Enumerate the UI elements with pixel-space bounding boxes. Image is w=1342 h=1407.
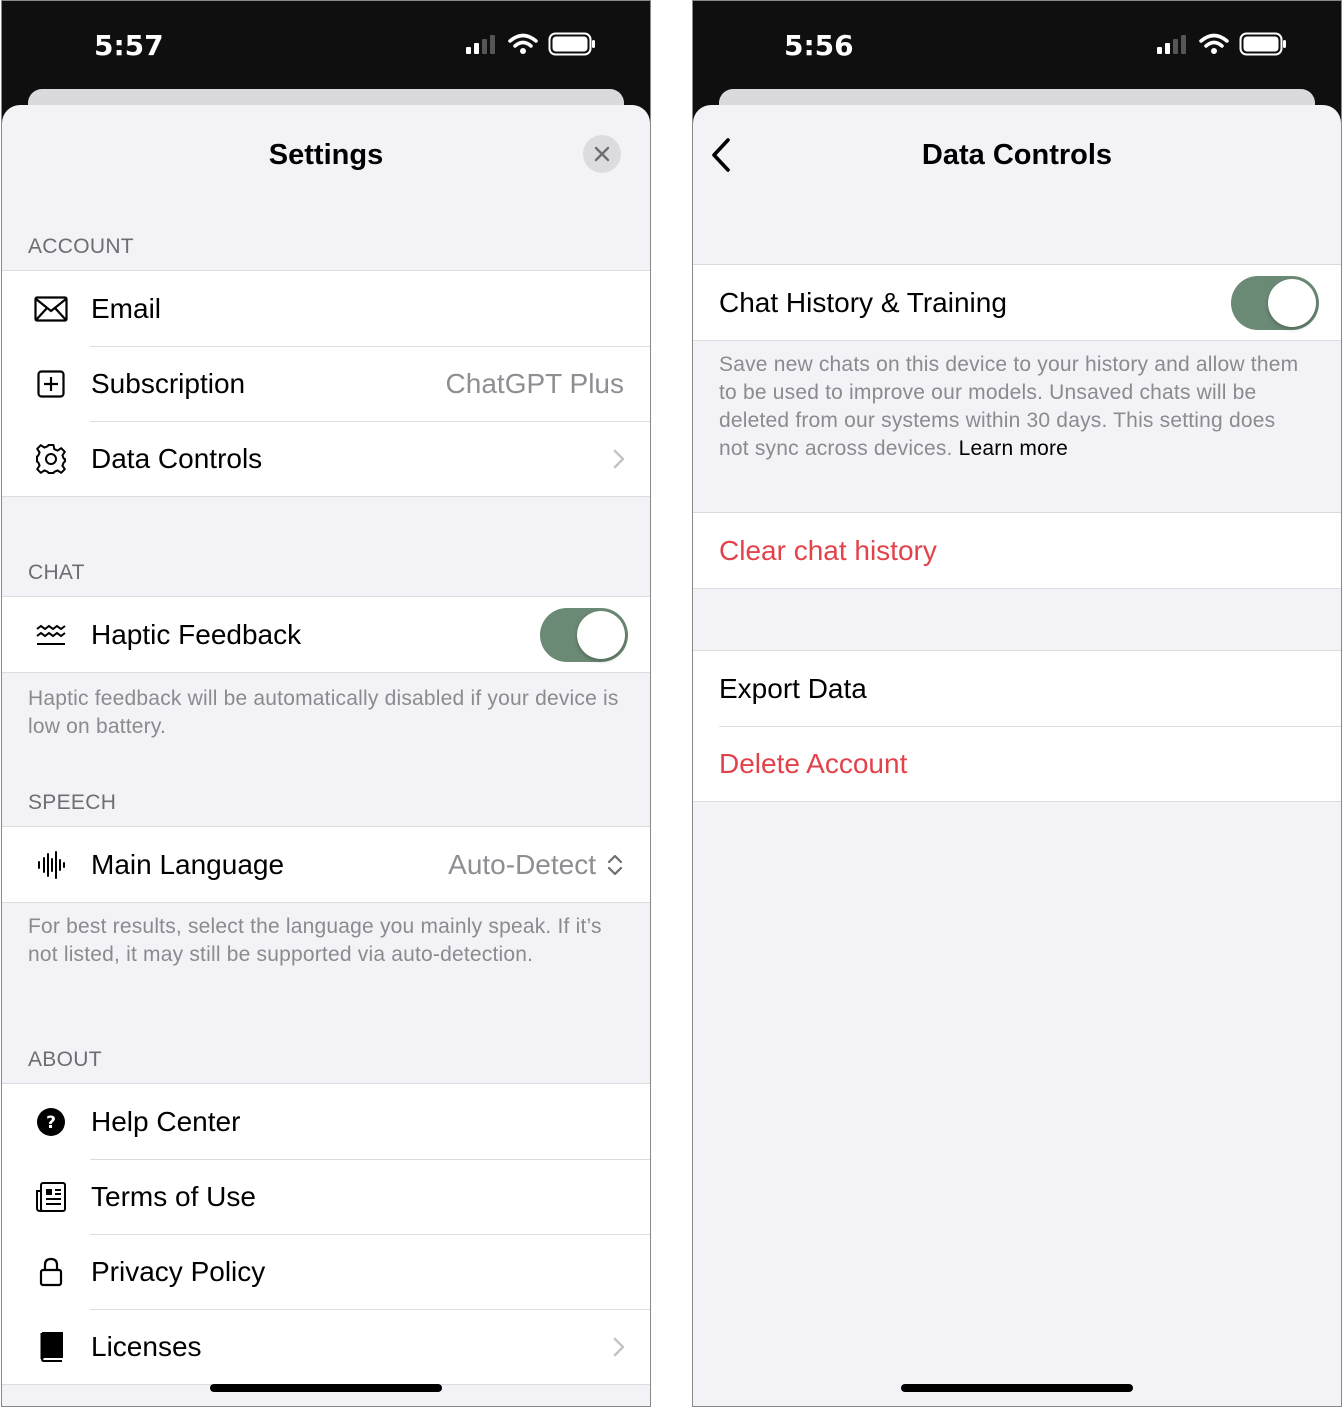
chat-history-footnote: Save new chats on this device to your hi… — [719, 351, 1307, 463]
email-row[interactable]: Email — [2, 271, 650, 346]
clear-chat-history-label: Clear chat history — [719, 534, 937, 566]
status-time: 5:56 — [784, 29, 854, 62]
account-actions-group: Export Data Delete Account — [693, 650, 1341, 802]
haptic-feedback-row: Haptic Feedback — [2, 597, 650, 672]
privacy-policy-row[interactable]: Privacy Policy — [2, 1234, 650, 1309]
battery-icon — [1239, 32, 1286, 56]
settings-sheet: Settings ACCOUNT Email Subscription Chat… — [2, 105, 650, 1406]
document-icon — [34, 1180, 68, 1214]
chat-history-toggle[interactable] — [1231, 275, 1319, 330]
page-title: Data Controls — [921, 139, 1113, 171]
question-circle-icon: ? — [34, 1105, 68, 1139]
data-controls-screen: 5:56 Data Controls Chat History & Traini… — [692, 0, 1342, 1407]
main-language-selected: Auto-Detect — [448, 848, 596, 880]
language-footnote: For best results, select the language yo… — [28, 915, 602, 966]
haptic-feedback-toggle[interactable] — [540, 607, 628, 662]
chevron-right-icon — [613, 1337, 625, 1356]
subscription-value: ChatGPT Plus — [445, 367, 624, 399]
chevron-right-icon — [613, 449, 625, 468]
main-language-label: Main Language — [91, 848, 285, 880]
cellular-signal-icon — [466, 35, 495, 54]
close-icon — [594, 146, 610, 162]
cellular-signal-icon — [1157, 35, 1186, 54]
terms-of-use-row[interactable]: Terms of Use — [2, 1159, 650, 1234]
learn-more-link[interactable]: Learn more — [959, 437, 1068, 460]
gear-icon — [34, 442, 68, 476]
subscription-label: Subscription — [91, 367, 246, 399]
delete-account-row[interactable]: Delete Account — [693, 726, 1341, 801]
speech-group: Main Language Auto-Detect — [2, 826, 650, 903]
data-controls-row[interactable]: Data Controls — [2, 421, 650, 496]
chevron-up-down-icon — [607, 854, 623, 875]
licenses-label: Licenses — [91, 1330, 202, 1362]
page-title: Settings — [268, 139, 384, 171]
privacy-policy-label: Privacy Policy — [91, 1255, 266, 1287]
close-button[interactable] — [583, 135, 621, 173]
terms-of-use-label: Terms of Use — [91, 1180, 256, 1212]
export-data-label: Export Data — [719, 672, 867, 704]
chat-history-label: Chat History & Training — [719, 286, 1007, 318]
status-icons — [1157, 31, 1287, 57]
export-data-row[interactable]: Export Data — [693, 651, 1341, 726]
haptic-feedback-label: Haptic Feedback — [91, 618, 302, 650]
svg-text:?: ? — [46, 1113, 56, 1133]
data-controls-label: Data Controls — [91, 442, 263, 474]
status-time: 5:57 — [94, 29, 164, 62]
waves-icon — [34, 618, 68, 652]
about-group: ? Help Center Terms of Use Privacy Polic… — [2, 1083, 650, 1385]
clear-history-group: Clear chat history — [693, 512, 1341, 589]
section-header-about: ABOUT — [28, 1048, 102, 1071]
waveform-icon — [34, 848, 68, 882]
wifi-icon — [1199, 33, 1229, 54]
section-header-chat: CHAT — [28, 561, 85, 584]
section-header-account: ACCOUNT — [28, 235, 134, 258]
status-icons — [466, 31, 596, 57]
main-language-row[interactable]: Main Language Auto-Detect — [2, 827, 650, 902]
account-group: Email Subscription ChatGPT Plus Data Con… — [2, 270, 650, 497]
battery-icon — [548, 32, 595, 56]
email-label: Email — [91, 292, 162, 324]
haptic-footnote: Haptic feedback will be automatically di… — [28, 687, 619, 738]
lock-icon — [34, 1255, 68, 1289]
data-controls-sheet: Data Controls Chat History & Training Sa… — [693, 105, 1341, 1406]
home-indicator — [210, 1384, 442, 1392]
licenses-row[interactable]: Licenses — [2, 1309, 650, 1384]
section-header-speech: SPEECH — [28, 791, 117, 814]
delete-account-label: Delete Account — [719, 747, 908, 779]
toggle-knob — [1268, 278, 1316, 327]
settings-screen: 5:57 Settings ACCOUNT Email Subscription… — [1, 0, 651, 1407]
subscription-row[interactable]: Subscription ChatGPT Plus — [2, 346, 650, 421]
chat-group: Haptic Feedback — [2, 596, 650, 673]
help-center-row[interactable]: ? Help Center — [2, 1084, 650, 1159]
wifi-icon — [508, 33, 538, 54]
book-icon — [34, 1330, 68, 1364]
chat-history-group: Chat History & Training — [693, 264, 1341, 341]
envelope-icon — [34, 292, 68, 326]
chat-history-row: Chat History & Training — [693, 265, 1341, 340]
toggle-knob — [577, 610, 625, 659]
home-indicator — [901, 1384, 1133, 1392]
main-language-value: Auto-Detect — [448, 849, 624, 881]
clear-chat-history-row[interactable]: Clear chat history — [693, 513, 1341, 588]
help-center-label: Help Center — [91, 1105, 241, 1137]
plus-square-icon — [34, 367, 68, 401]
